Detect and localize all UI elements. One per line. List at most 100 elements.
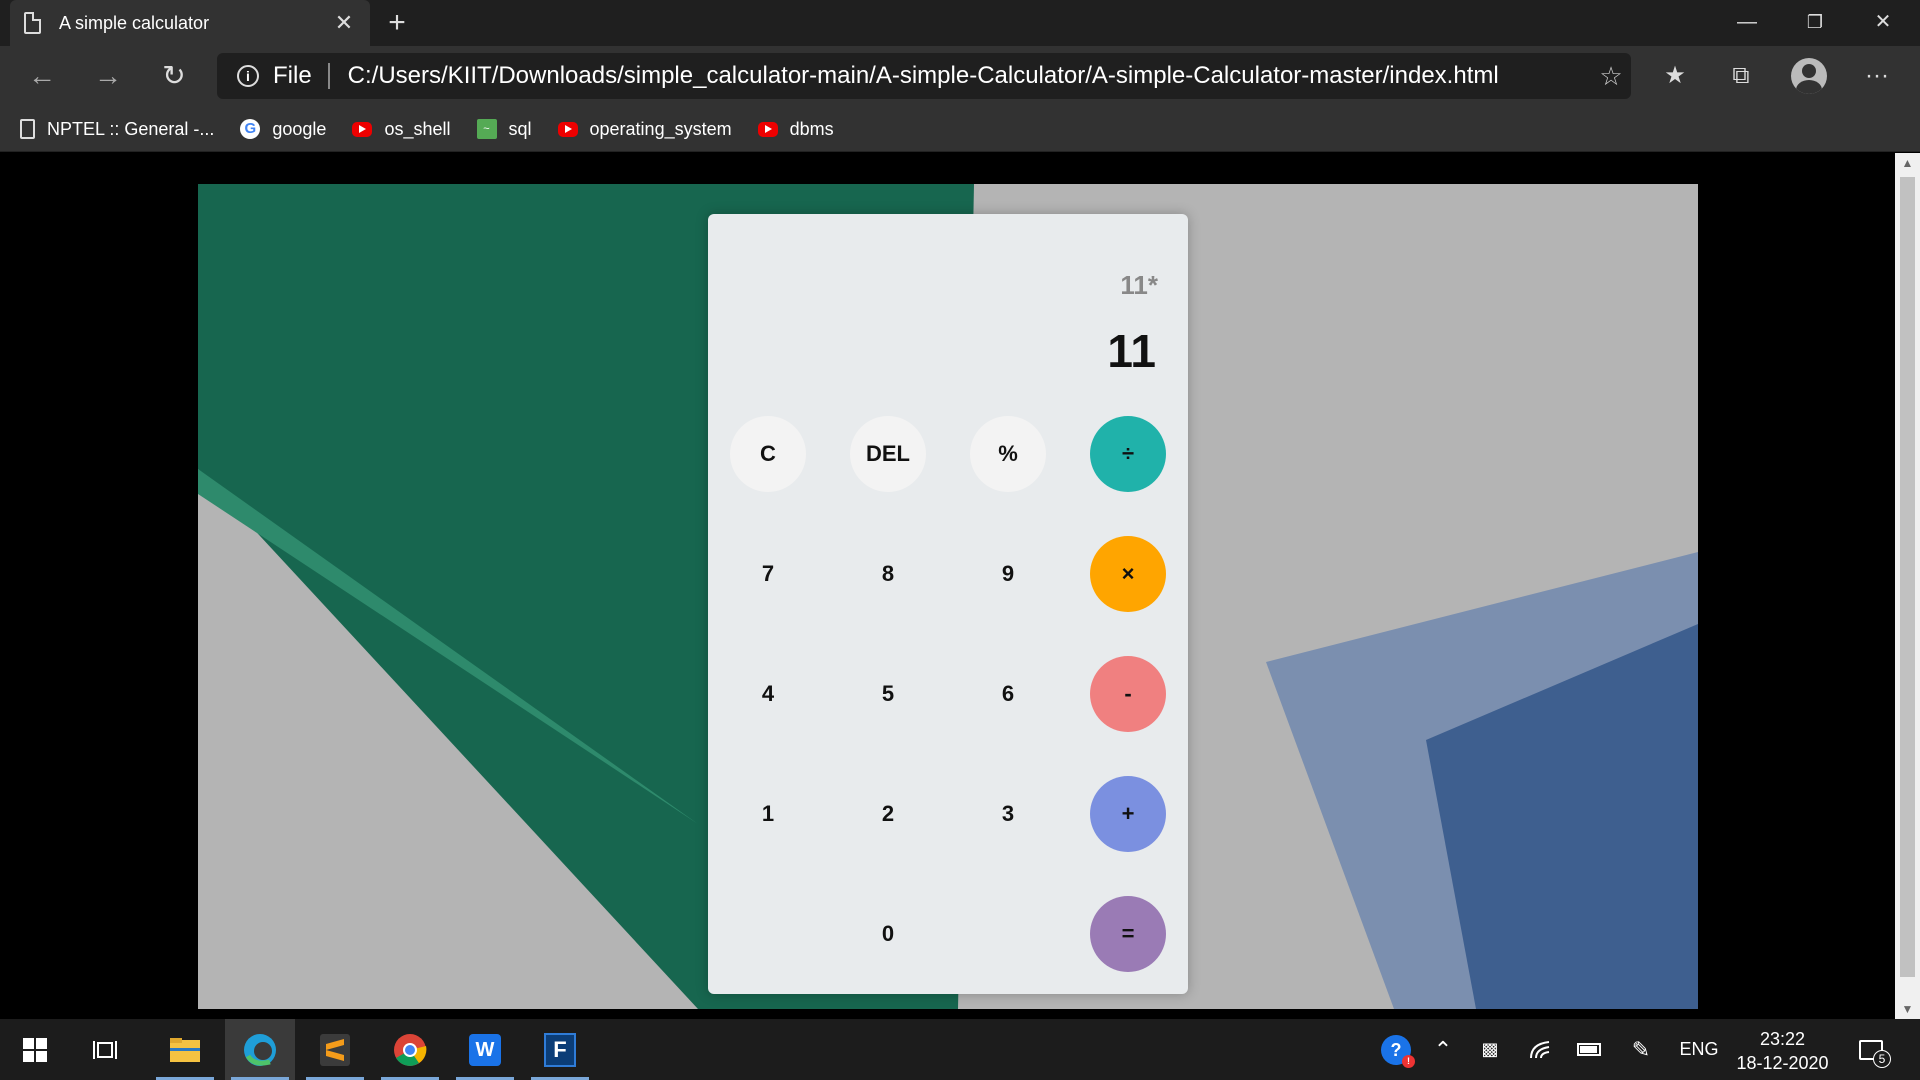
close-window-button[interactable]: ✕: [1849, 0, 1917, 46]
language-indicator[interactable]: ENG: [1670, 1019, 1728, 1080]
notification-glyph: 5: [1859, 1039, 1891, 1068]
document-icon: [20, 119, 35, 139]
bookmark-label: dbms: [789, 118, 834, 139]
folder-glyph: [170, 1037, 200, 1062]
tab-close-icon[interactable]: ✕: [332, 10, 356, 36]
notification-center-icon[interactable]: 5: [1850, 1019, 1892, 1080]
bookmarks-bar: NPTEL :: General -... G google os_shell …: [0, 107, 1920, 152]
collections-icon[interactable]: ⧉: [1719, 54, 1763, 98]
meet-now-icon[interactable]: ▩: [1472, 1019, 1508, 1080]
new-tab-button[interactable]: +: [380, 6, 414, 40]
bookmark-item[interactable]: NPTEL :: General -...: [20, 119, 214, 140]
back-arrow-icon[interactable]: ←: [20, 54, 64, 98]
wifi-glyph: [1530, 1040, 1550, 1058]
previous-operand: 11*: [1120, 270, 1158, 300]
bookmark-label: google: [272, 118, 327, 139]
add-button[interactable]: +: [1090, 776, 1166, 852]
divide-button[interactable]: ÷: [1090, 416, 1166, 492]
digit-7-button[interactable]: 7: [730, 536, 806, 612]
refresh-icon[interactable]: ↻: [152, 54, 196, 98]
scrollbar-thumb[interactable]: [1900, 177, 1915, 977]
help-icon[interactable]: ?!: [1375, 1019, 1417, 1080]
digit-8-button[interactable]: 8: [850, 536, 926, 612]
info-icon[interactable]: i: [237, 65, 259, 87]
youtube-icon: [352, 121, 373, 137]
help-glyph: ?!: [1381, 1034, 1415, 1068]
word-glyph: W: [469, 1033, 501, 1066]
browser-title-bar: A simple calculator ✕ + — ❐ ✕: [0, 0, 1920, 46]
task-view-icon[interactable]: [72, 1019, 142, 1080]
bookmark-label: sql: [508, 118, 532, 139]
battery-icon[interactable]: [1568, 1019, 1610, 1080]
battery-glyph: [1577, 1043, 1601, 1056]
url-text[interactable]: C:/Users/KIIT/Downloads/simple_calculato…: [348, 62, 1591, 90]
digit-1-button[interactable]: 1: [730, 776, 806, 852]
show-hidden-icons-chevron-icon[interactable]: ⌃: [1425, 1019, 1461, 1080]
digit-5-button[interactable]: 5: [850, 656, 926, 732]
bookmark-item[interactable]: ~ sql: [476, 118, 532, 140]
bookmark-item[interactable]: operating_system: [557, 118, 732, 140]
clear-button[interactable]: C: [730, 416, 806, 492]
windows-taskbar: W F ?! ⌃ ▩ ✎ ENG 23:22 18-12-2020 5: [0, 1019, 1920, 1080]
subtract-button[interactable]: -: [1090, 656, 1166, 732]
digit-2-button[interactable]: 2: [850, 776, 926, 852]
sql-icon: ~: [476, 119, 497, 139]
clock-time: 23:22: [1759, 1029, 1806, 1049]
delete-button[interactable]: DEL: [850, 416, 926, 492]
minimize-button[interactable]: —: [1713, 0, 1781, 46]
browser-tab[interactable]: A simple calculator ✕: [10, 0, 370, 46]
scroll-up-icon[interactable]: ▲: [1895, 153, 1920, 173]
digit-9-button[interactable]: 9: [970, 536, 1046, 612]
bookmark-label: operating_system: [589, 118, 732, 139]
start-button[interactable]: [0, 1019, 70, 1080]
digit-0-button[interactable]: 0: [850, 896, 926, 972]
chrome-glyph: [394, 1033, 427, 1066]
youtube-icon: [757, 121, 778, 137]
digit-3-button[interactable]: 3: [970, 776, 1046, 852]
more-options-icon[interactable]: ···: [1855, 54, 1899, 98]
edge-glyph: [244, 1033, 276, 1066]
favorite-star-icon[interactable]: ☆: [1591, 61, 1631, 92]
sublime-glyph: [320, 1033, 350, 1066]
bookmark-label: NPTEL :: General -...: [47, 118, 215, 139]
sublime-text-icon[interactable]: [300, 1019, 370, 1080]
multiply-button[interactable]: ×: [1090, 536, 1166, 612]
restore-button[interactable]: ❐: [1781, 0, 1849, 46]
bookmark-item[interactable]: dbms: [757, 118, 834, 140]
vertical-scrollbar[interactable]: ▲ ▼: [1895, 153, 1920, 1019]
system-clock[interactable]: 23:22 18-12-2020: [1730, 1027, 1835, 1075]
word-icon[interactable]: W: [450, 1019, 520, 1080]
address-bar[interactable]: i File C:/Users/KIIT/Downloads/simple_ca…: [217, 53, 1631, 99]
address-separator: [327, 63, 330, 89]
google-icon: G: [240, 119, 261, 139]
scroll-down-icon[interactable]: ▼: [1895, 999, 1920, 1019]
wifi-icon[interactable]: [1520, 1019, 1562, 1080]
alert-badge: !: [1402, 1054, 1415, 1068]
edge-icon[interactable]: [225, 1019, 295, 1080]
digit-6-button[interactable]: 6: [970, 656, 1046, 732]
equals-button[interactable]: =: [1090, 896, 1166, 972]
youtube-icon: [557, 121, 578, 137]
windows-logo-icon: [23, 1037, 47, 1062]
notification-count-badge: 5: [1873, 1049, 1891, 1068]
tab-title: A simple calculator: [59, 12, 210, 33]
fortran-glyph: F: [544, 1032, 576, 1067]
forward-arrow-icon[interactable]: →: [86, 54, 130, 98]
chrome-icon[interactable]: [375, 1019, 445, 1080]
document-icon: [24, 12, 41, 34]
pen-icon[interactable]: ✎: [1620, 1019, 1662, 1080]
navigation-bar: ← → ↻ i File C:/Users/KIIT/Downloads/sim…: [0, 46, 1920, 107]
scheme-label: File: [273, 62, 312, 89]
profile-avatar-icon[interactable]: [1791, 58, 1827, 94]
current-operand: 11: [1107, 325, 1156, 377]
percent-button[interactable]: %: [970, 416, 1046, 492]
bookmark-label: os_shell: [384, 118, 451, 139]
bookmark-item[interactable]: os_shell: [352, 118, 451, 140]
bookmark-item[interactable]: G google: [240, 119, 326, 140]
favorites-icon[interactable]: ★: [1653, 54, 1697, 98]
digit-4-button[interactable]: 4: [730, 656, 806, 732]
calculator-panel: 11* 11 C DEL % ÷ 7 8 9 × 4 5 6 - 1 2 3 +…: [708, 214, 1188, 994]
clock-date: 18-12-2020: [1736, 1053, 1829, 1073]
file-explorer-icon[interactable]: [150, 1019, 220, 1080]
fortran-icon[interactable]: F: [525, 1019, 595, 1080]
